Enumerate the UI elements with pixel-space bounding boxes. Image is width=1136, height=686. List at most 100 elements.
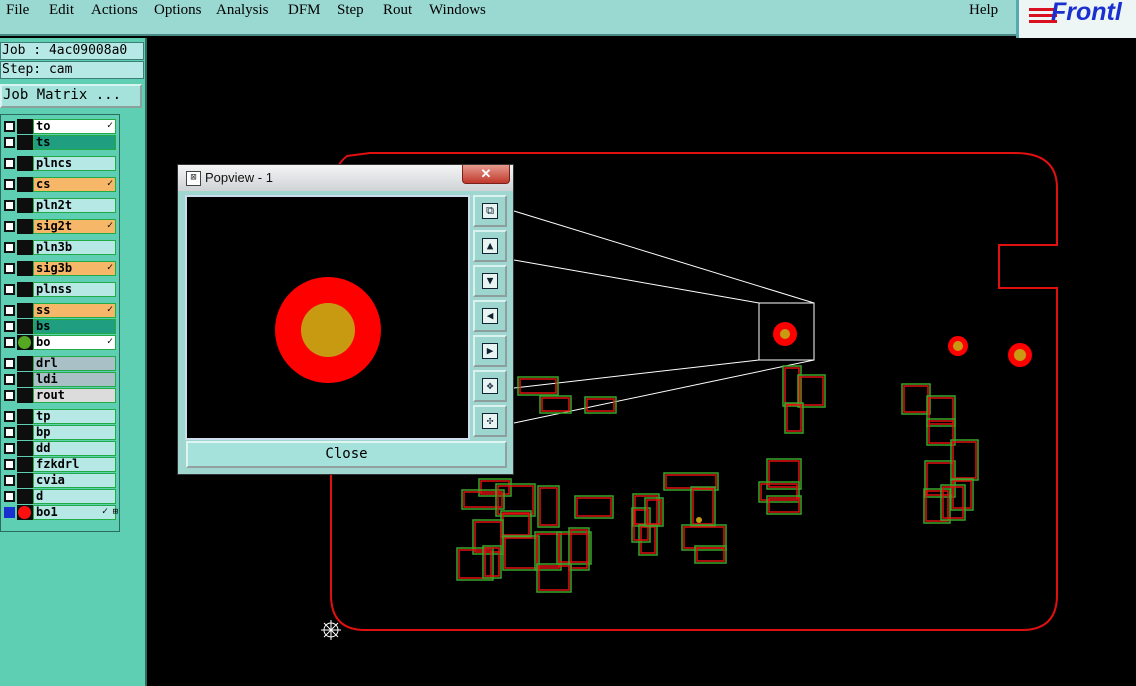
layer-row-bs[interactable]: bs	[1, 319, 119, 334]
menu-file[interactable]: File	[6, 2, 29, 19]
layer-color-slot[interactable]	[17, 303, 33, 318]
layer-color-slot[interactable]	[17, 425, 33, 440]
layer-row-d[interactable]: d	[1, 489, 119, 504]
layer-color-slot[interactable]	[17, 156, 33, 171]
layer-row-sig3b[interactable]: sig3b ✓	[1, 261, 119, 276]
layer-name[interactable]: ts	[33, 135, 116, 150]
layer-checkbox[interactable]	[4, 305, 15, 316]
layer-row-fzkdrl[interactable]: fzkdrl	[1, 457, 119, 472]
fit-view-button[interactable]: ⧉	[473, 195, 507, 227]
menu-windows[interactable]: Windows	[429, 2, 486, 19]
layer-name[interactable]: sig3b	[33, 261, 116, 276]
layer-checkbox[interactable]	[4, 427, 15, 438]
layer-row-to[interactable]: to ✓	[1, 119, 119, 134]
layer-row-tp[interactable]: tp	[1, 409, 119, 424]
menu-step[interactable]: Step	[337, 2, 364, 19]
layer-checkbox[interactable]	[4, 221, 15, 232]
layer-name[interactable]: pln2t	[33, 198, 116, 213]
layer-checkbox[interactable]	[4, 337, 15, 348]
layer-color-slot[interactable]	[17, 282, 33, 297]
pan-right-button[interactable]: ▶	[473, 335, 507, 367]
layer-checkbox[interactable]	[4, 158, 15, 169]
layer-checkbox[interactable]	[4, 507, 15, 518]
layer-name[interactable]: rout	[33, 388, 116, 403]
pan-down-button[interactable]: ▼	[473, 265, 507, 297]
menu-options[interactable]: Options	[154, 2, 202, 19]
layer-color-slot[interactable]	[17, 219, 33, 234]
menu-analysis[interactable]: Analysis	[216, 2, 269, 19]
layer-checkbox[interactable]	[4, 284, 15, 295]
layer-checkbox[interactable]	[4, 475, 15, 486]
popview-viewport[interactable]	[185, 195, 470, 440]
layer-row-sig2t[interactable]: sig2t ✓	[1, 219, 119, 234]
layer-name[interactable]: dd	[33, 441, 116, 456]
layer-name[interactable]: pln3b	[33, 240, 116, 255]
window-close-button[interactable]: ✕	[462, 165, 510, 184]
layer-color-slot[interactable]	[17, 372, 33, 387]
layer-checkbox[interactable]	[4, 137, 15, 148]
layer-checkbox[interactable]	[4, 459, 15, 470]
layer-row-plncs[interactable]: plncs	[1, 156, 119, 171]
layer-row-ss[interactable]: ss ✓	[1, 303, 119, 318]
layer-checkbox[interactable]	[4, 390, 15, 401]
layer-color-slot[interactable]	[17, 240, 33, 255]
layer-row-cvia[interactable]: cvia	[1, 473, 119, 488]
layer-color-slot[interactable]	[17, 261, 33, 276]
layer-checkbox[interactable]	[4, 263, 15, 274]
layer-name[interactable]: plnss	[33, 282, 116, 297]
layer-name[interactable]: sig2t	[33, 219, 116, 234]
layer-row-bo1[interactable]: bo1 ✓ ⊞	[1, 505, 119, 520]
layer-checkbox[interactable]	[4, 179, 15, 190]
menu-actions[interactable]: Actions	[91, 2, 138, 19]
layer-name[interactable]: cs	[33, 177, 116, 192]
layer-color-slot[interactable]	[17, 388, 33, 403]
pan-left-button[interactable]: ◀	[473, 300, 507, 332]
menu-edit[interactable]: Edit	[49, 2, 74, 19]
close-button[interactable]: Close	[186, 441, 507, 468]
layer-name[interactable]: to	[33, 119, 116, 134]
layer-row-plnss[interactable]: plnss	[1, 282, 119, 297]
layer-name[interactable]: plncs	[33, 156, 116, 171]
layer-checkbox[interactable]	[4, 121, 15, 132]
layer-name[interactable]: cvia	[33, 473, 116, 488]
zoom-out-button[interactable]: ✣	[473, 405, 507, 437]
layer-checkbox[interactable]	[4, 411, 15, 422]
menu-rout[interactable]: Rout	[383, 2, 412, 19]
layer-checkbox[interactable]	[4, 321, 15, 332]
layer-color-slot[interactable]	[17, 489, 33, 504]
layer-checkbox[interactable]	[4, 200, 15, 211]
layer-row-ldi[interactable]: ldi	[1, 372, 119, 387]
layer-color-slot[interactable]	[17, 198, 33, 213]
layer-color-slot[interactable]	[17, 356, 33, 371]
menu-dfm[interactable]: DFM	[288, 2, 321, 19]
layer-row-bp[interactable]: bp	[1, 425, 119, 440]
layer-name[interactable]: bp	[33, 425, 116, 440]
layer-checkbox[interactable]	[4, 443, 15, 454]
layer-row-cs[interactable]: cs ✓	[1, 177, 119, 192]
layer-row-pln3b[interactable]: pln3b	[1, 240, 119, 255]
zoom-in-button[interactable]: ✥	[473, 370, 507, 402]
layer-name[interactable]: d	[33, 489, 116, 504]
layer-color-slot[interactable]	[17, 457, 33, 472]
layer-name[interactable]: bo	[33, 335, 116, 350]
menu-help[interactable]: Help	[969, 2, 998, 19]
layer-color-slot[interactable]	[17, 177, 33, 192]
layer-checkbox[interactable]	[4, 242, 15, 253]
layer-row-dd[interactable]: dd	[1, 441, 119, 456]
layer-name[interactable]: fzkdrl	[33, 457, 116, 472]
layer-color-slot[interactable]	[17, 441, 33, 456]
layer-checkbox[interactable]	[4, 358, 15, 369]
layer-name[interactable]: drl	[33, 356, 116, 371]
layer-name[interactable]: ss	[33, 303, 116, 318]
layer-row-ts[interactable]: ts	[1, 135, 119, 150]
layer-color-slot[interactable]	[17, 473, 33, 488]
layer-row-bo[interactable]: bo ✓	[1, 335, 119, 350]
layer-row-drl[interactable]: drl	[1, 356, 119, 371]
layer-checkbox[interactable]	[4, 491, 15, 502]
layer-checkbox[interactable]	[4, 374, 15, 385]
layer-color-slot[interactable]	[17, 409, 33, 424]
layer-name[interactable]: ldi	[33, 372, 116, 387]
layer-color-slot[interactable]	[17, 319, 33, 334]
layer-name[interactable]: bs	[33, 319, 116, 334]
layer-row-rout[interactable]: rout	[1, 388, 119, 403]
